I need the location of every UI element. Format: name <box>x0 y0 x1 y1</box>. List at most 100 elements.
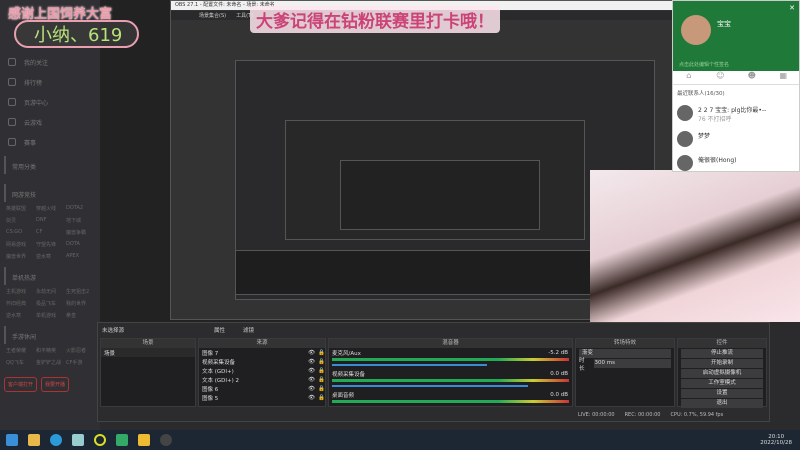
control-button[interactable]: 启动虚拟摄像机 <box>681 369 763 378</box>
source-item[interactable]: 视频采集设备 👁 🔒 <box>199 357 325 366</box>
signature[interactable]: 点击此处编辑个性签名 <box>679 61 729 68</box>
visibility-eye-icon[interactable]: 👁 <box>308 350 315 356</box>
source-item[interactable]: 图像 7 👁 🔒 <box>199 348 325 357</box>
no-source-label: 未选择源 <box>102 328 125 334</box>
category-link[interactable]: 生死狙击2 <box>66 288 94 295</box>
lock-icon[interactable]: 🔒 <box>318 359 325 365</box>
source-item[interactable]: 图像 6 👁 🔒 <box>199 384 325 393</box>
category-link[interactable]: 英雄联盟 <box>6 205 34 212</box>
category-grid: 主机游戏 永劫无间 生死狙击2 怀旧经典 极品飞车 我的世界逆水寒 单机游戏 拳皇 <box>0 285 100 322</box>
volume-slider[interactable] <box>332 385 529 387</box>
section-title[interactable]: 手游休闲 <box>4 326 100 344</box>
category-link[interactable]: DOTA <box>66 241 94 248</box>
contact-item[interactable]: 梦梦 <box>673 127 799 151</box>
control-button[interactable]: 停止推流 <box>681 349 763 358</box>
category-link[interactable]: 守望先锋 <box>36 241 64 248</box>
contacts-icon[interactable]: ☺ <box>705 71 737 84</box>
sidebar-item[interactable]: 排行榜 <box>0 72 100 92</box>
category-link[interactable]: 魔兽世界 <box>6 253 34 260</box>
scene-item[interactable]: 场景 <box>101 348 195 357</box>
control-button[interactable]: 退出 <box>681 399 763 408</box>
section-title[interactable]: 常用分类 <box>4 156 100 174</box>
sidebar-item[interactable]: 云游戏 <box>0 112 100 132</box>
sidebar-item[interactable]: 赛事 <box>0 132 100 152</box>
visibility-eye-icon[interactable]: 👁 <box>308 395 315 401</box>
volume-meter <box>332 400 569 403</box>
app-icon[interactable] <box>138 434 150 446</box>
control-button[interactable]: 开始录制 <box>681 359 763 368</box>
open-client-button[interactable]: 客户端打开 <box>4 377 38 392</box>
category-link[interactable]: 单机游戏 <box>36 312 64 319</box>
obs-icon[interactable] <box>160 434 172 446</box>
category-link[interactable]: 逆水寒 <box>6 312 34 319</box>
close-icon[interactable]: ✕ <box>789 4 795 12</box>
properties-button[interactable]: 属性 <box>214 326 225 334</box>
category-link[interactable]: DNF <box>36 217 64 224</box>
gifter-name: 小纳、619 <box>14 20 139 48</box>
category-link[interactable]: QQ飞车 <box>6 359 34 366</box>
source-item[interactable]: 图像 5 👁 🔒 <box>199 393 325 402</box>
mixer-channel-label: 视频采集设备 0.0 dB <box>329 369 572 378</box>
file-explorer-icon[interactable] <box>28 434 40 446</box>
lock-icon[interactable]: 🔒 <box>318 386 325 392</box>
filters-button[interactable]: 滤镜 <box>243 326 254 334</box>
category-link[interactable]: CF手游 <box>66 359 94 366</box>
app-icon[interactable] <box>116 434 128 446</box>
transition-select[interactable]: 渐变 <box>579 349 671 358</box>
start-icon[interactable] <box>6 434 18 446</box>
start-stream-button[interactable]: 我要开播 <box>41 377 70 392</box>
visibility-eye-icon[interactable]: 👁 <box>308 359 315 365</box>
lock-icon[interactable]: 🔒 <box>318 377 325 383</box>
category-link[interactable]: 穿越火线 <box>36 205 64 212</box>
category-link[interactable]: CF <box>36 229 64 236</box>
control-button[interactable]: 设置 <box>681 389 763 398</box>
sidebar-item[interactable]: 我的关注 <box>0 52 100 72</box>
category-link[interactable]: 和平精英 <box>36 347 64 354</box>
section-title[interactable]: 单机热游 <box>4 267 100 285</box>
visibility-eye-icon[interactable]: 👁 <box>308 377 315 383</box>
app-icon[interactable] <box>72 434 84 446</box>
category-link[interactable]: 网易游戏 <box>6 241 34 248</box>
sidebar-item[interactable]: 页游中心 <box>0 92 100 112</box>
contact-item[interactable]: 俺很很(Hong) <box>673 151 799 175</box>
category-link[interactable]: 逆水寒 <box>36 253 64 260</box>
category-link[interactable]: CS:GO <box>6 229 34 236</box>
contact-item[interactable]: 2 2 7 宝宝: plg比你最•-- 76 不打招呼 <box>673 101 799 127</box>
clock-date[interactable]: 2022/10/28 <box>760 440 792 446</box>
category-link[interactable]: 主机游戏 <box>6 288 34 295</box>
control-button[interactable]: 工作室模式 <box>681 379 763 388</box>
apps-icon[interactable]: ▦ <box>768 71 800 84</box>
visibility-eye-icon[interactable]: 👁 <box>308 386 315 392</box>
home-icon[interactable]: ⌂ <box>673 71 705 84</box>
category-link[interactable]: APEX <box>66 253 94 260</box>
volume-slider[interactable] <box>332 364 487 366</box>
channel-name: 桌面音频 <box>332 392 355 399</box>
category-link[interactable]: DOTA2 <box>66 205 94 212</box>
category-link[interactable]: 我的世界 <box>66 300 94 307</box>
category-link[interactable]: 永劫无间 <box>36 288 64 295</box>
category-link[interactable]: 拳皇 <box>66 312 94 319</box>
lock-icon[interactable]: 🔒 <box>318 368 325 374</box>
friends-icon[interactable]: ☻ <box>736 71 768 84</box>
category-link[interactable]: 极品飞车 <box>36 300 64 307</box>
source-item[interactable]: 文本 (GDI+) 👁 🔒 <box>199 366 325 375</box>
app-icon[interactable] <box>94 434 106 446</box>
category-link[interactable]: 怀旧经典 <box>6 300 34 307</box>
duration-input[interactable]: 300 ms <box>594 359 671 368</box>
group-title[interactable]: 最近联系人(16/30) <box>673 85 799 101</box>
section-title[interactable]: 网游竞技 <box>4 184 100 202</box>
visibility-eye-icon[interactable]: 👁 <box>308 368 315 374</box>
category-link[interactable]: 地下城 <box>66 217 94 224</box>
lock-icon[interactable]: 🔒 <box>318 350 325 356</box>
category-link[interactable]: 魔兽争霸 <box>66 229 94 236</box>
contact-name: 梦梦 <box>698 133 711 140</box>
category-link[interactable]: 金铲铲之战 <box>36 359 64 366</box>
category-link[interactable]: 火影忍者 <box>66 347 94 354</box>
lock-icon[interactable]: 🔒 <box>318 395 325 401</box>
avatar[interactable] <box>681 15 711 45</box>
category-link[interactable]: 王者荣耀 <box>6 347 34 354</box>
menu-scene-collection[interactable]: 场景集合(S) <box>199 12 226 19</box>
category-link[interactable]: 剑灵 <box>6 217 34 224</box>
source-item[interactable]: 文本 (GDI+) 2 👁 🔒 <box>199 375 325 384</box>
edge-icon[interactable] <box>50 434 62 446</box>
